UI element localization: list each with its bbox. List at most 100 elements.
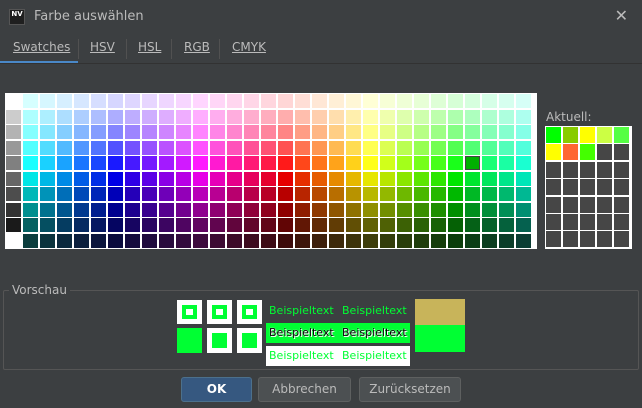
color-swatch[interactable]	[210, 233, 225, 248]
color-swatch[interactable]	[57, 109, 72, 124]
color-swatch[interactable]	[57, 202, 72, 217]
color-swatch[interactable]	[108, 94, 123, 108]
color-swatch[interactable]	[176, 140, 191, 155]
color-swatch[interactable]	[414, 140, 429, 155]
color-swatch[interactable]	[193, 233, 208, 248]
color-swatch[interactable]	[125, 125, 140, 139]
color-swatch[interactable]	[210, 202, 225, 217]
color-swatch[interactable]	[74, 171, 89, 186]
recent-color-swatch[interactable]	[580, 179, 595, 196]
color-swatch[interactable]	[329, 140, 344, 155]
color-swatch[interactable]	[244, 233, 259, 248]
color-swatch[interactable]	[465, 202, 480, 217]
color-swatch[interactable]	[363, 156, 378, 170]
color-swatch[interactable]	[91, 140, 106, 155]
recent-color-swatch[interactable]	[580, 144, 595, 161]
recent-color-swatch[interactable]	[546, 196, 561, 213]
color-swatch[interactable]	[363, 94, 378, 108]
color-swatch[interactable]	[261, 202, 276, 217]
color-swatch[interactable]	[23, 125, 38, 139]
swatch-grid[interactable]	[5, 93, 537, 249]
color-swatch[interactable]	[142, 171, 157, 186]
recent-color-swatch[interactable]	[580, 214, 595, 230]
color-swatch[interactable]	[40, 156, 55, 170]
recent-color-swatch[interactable]	[580, 231, 595, 248]
color-swatch[interactable]	[397, 171, 412, 186]
color-swatch[interactable]	[6, 171, 21, 186]
recent-color-swatch[interactable]	[546, 179, 561, 196]
color-swatch[interactable]	[465, 218, 480, 232]
color-swatch[interactable]	[380, 94, 395, 108]
color-swatch[interactable]	[193, 156, 208, 170]
color-swatch[interactable]	[57, 218, 72, 232]
color-swatch[interactable]	[261, 125, 276, 139]
color-swatch[interactable]	[23, 156, 38, 170]
color-swatch[interactable]	[244, 109, 259, 124]
color-swatch[interactable]	[108, 171, 123, 186]
color-swatch[interactable]	[159, 94, 174, 108]
recent-color-swatch[interactable]	[614, 161, 629, 178]
color-swatch[interactable]	[176, 94, 191, 108]
color-swatch[interactable]	[363, 187, 378, 201]
color-swatch[interactable]	[499, 94, 514, 108]
color-swatch[interactable]	[227, 202, 242, 217]
color-swatch[interactable]	[40, 187, 55, 201]
color-swatch[interactable]	[125, 171, 140, 186]
color-swatch[interactable]	[499, 125, 514, 139]
color-swatch[interactable]	[380, 202, 395, 217]
color-swatch[interactable]	[295, 218, 310, 232]
color-swatch[interactable]	[312, 187, 327, 201]
color-swatch[interactable]	[244, 218, 259, 232]
color-swatch[interactable]	[176, 125, 191, 139]
color-swatch[interactable]	[499, 187, 514, 201]
color-swatch[interactable]	[414, 109, 429, 124]
color-swatch[interactable]	[74, 94, 89, 108]
color-swatch[interactable]	[380, 218, 395, 232]
recent-color-swatch[interactable]	[614, 196, 629, 213]
color-swatch[interactable]	[363, 202, 378, 217]
recent-color-swatch[interactable]	[563, 161, 578, 178]
color-swatch[interactable]	[312, 125, 327, 139]
color-swatch[interactable]	[363, 218, 378, 232]
color-swatch[interactable]	[431, 125, 446, 139]
color-swatch[interactable]	[465, 140, 480, 155]
color-swatch[interactable]	[108, 125, 123, 139]
color-swatch[interactable]	[448, 187, 463, 201]
color-swatch[interactable]	[448, 233, 463, 248]
color-swatch[interactable]	[431, 94, 446, 108]
color-swatch[interactable]	[346, 94, 361, 108]
color-swatch[interactable]	[227, 233, 242, 248]
recent-color-swatch[interactable]	[614, 127, 629, 143]
recent-color-swatch[interactable]	[563, 179, 578, 196]
color-swatch[interactable]	[329, 109, 344, 124]
recent-color-swatch[interactable]	[597, 144, 612, 161]
color-swatch[interactable]	[414, 171, 429, 186]
color-swatch[interactable]	[380, 109, 395, 124]
color-swatch[interactable]	[448, 94, 463, 108]
color-swatch[interactable]	[210, 171, 225, 186]
color-swatch[interactable]	[448, 125, 463, 139]
color-swatch[interactable]	[346, 156, 361, 170]
color-swatch[interactable]	[6, 202, 21, 217]
color-swatch[interactable]	[142, 218, 157, 232]
recent-color-swatch[interactable]	[563, 231, 578, 248]
color-swatch[interactable]	[23, 140, 38, 155]
color-swatch[interactable]	[227, 187, 242, 201]
recent-color-swatch[interactable]	[563, 214, 578, 230]
color-swatch[interactable]	[142, 233, 157, 248]
color-swatch[interactable]	[261, 187, 276, 201]
color-swatch[interactable]	[91, 94, 106, 108]
color-swatch[interactable]	[193, 94, 208, 108]
color-swatch[interactable]	[176, 187, 191, 201]
color-swatch[interactable]	[176, 218, 191, 232]
color-swatch[interactable]	[516, 125, 531, 139]
color-swatch[interactable]	[125, 233, 140, 248]
color-swatch[interactable]	[261, 218, 276, 232]
color-swatch[interactable]	[57, 94, 72, 108]
color-swatch[interactable]	[244, 94, 259, 108]
color-swatch[interactable]	[142, 187, 157, 201]
color-swatch[interactable]	[74, 202, 89, 217]
color-swatch[interactable]	[91, 187, 106, 201]
color-swatch[interactable]	[91, 156, 106, 170]
tab-hsv[interactable]: HSV	[90, 40, 115, 54]
